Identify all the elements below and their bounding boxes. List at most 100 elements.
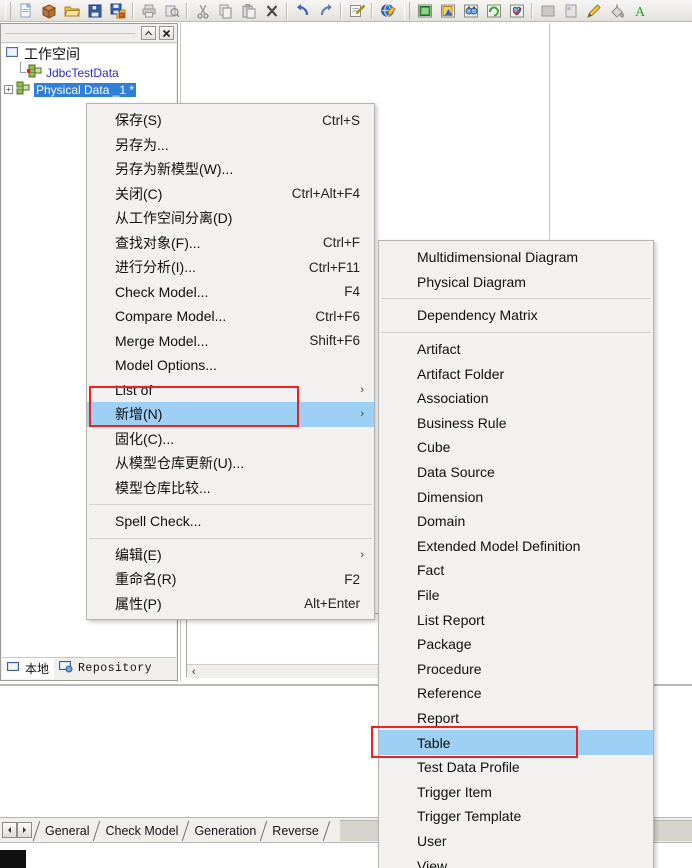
menu-item-save[interactable]: 保存(S) Ctrl+S (87, 108, 374, 133)
menu-item-label: Procedure (417, 660, 482, 677)
menu-item-compare-model[interactable]: Compare Model... Ctrl+F6 (87, 304, 374, 329)
tree-node-jdbctestdata[interactable]: JdbcTestData (2, 62, 176, 81)
tab-general[interactable]: General (36, 821, 97, 841)
submenu-item-business-rule[interactable]: Business Rule (379, 411, 653, 436)
submenu-item-procedure[interactable]: Procedure (379, 657, 653, 682)
expander-icon[interactable]: + (4, 85, 13, 94)
properties-icon[interactable] (346, 1, 367, 21)
pencil-icon[interactable] (583, 1, 604, 21)
menu-item-list-of[interactable]: List of › (87, 378, 374, 403)
scroll-left-arrow[interactable]: ‹ (187, 666, 196, 678)
submenu-item-test-data-profile[interactable]: Test Data Profile (379, 755, 653, 780)
submenu-item-report[interactable]: Report (379, 706, 653, 731)
submenu-item-domain[interactable]: Domain (379, 509, 653, 534)
submenu-item-dimension[interactable]: Dimension (379, 484, 653, 509)
model-context-menu[interactable]: 保存(S) Ctrl+S 另存为... 另存为新模型(W)... 关闭(C) C… (86, 103, 375, 620)
submenu-item-trigger-item[interactable]: Trigger Item (379, 779, 653, 804)
zoom-page-icon[interactable] (560, 1, 581, 21)
menu-item-spell-check[interactable]: Spell Check... (87, 509, 374, 534)
submenu-item-dependency-matrix[interactable]: Dependency Matrix (379, 303, 653, 328)
paste-icon[interactable] (238, 1, 259, 21)
submenu-item-data-source[interactable]: Data Source (379, 460, 653, 485)
submenu-item-artifact-folder[interactable]: Artifact Folder (379, 361, 653, 386)
menu-item-save-as[interactable]: 另存为... (87, 133, 374, 158)
refresh-icon[interactable] (483, 1, 504, 21)
menu-item-merge-model[interactable]: Merge Model... Shift+F6 (87, 329, 374, 354)
close-button[interactable] (159, 26, 174, 40)
tab-next-button[interactable] (17, 822, 32, 838)
menu-item-label: User (417, 832, 447, 849)
open-folder-icon[interactable] (61, 1, 82, 21)
submenu-item-artifact[interactable]: Artifact (379, 337, 653, 362)
menu-item-label: Data Source (417, 464, 495, 481)
titlebar-rule (5, 33, 135, 34)
submenu-item-view[interactable]: View (379, 853, 653, 868)
submenu-item-list-report[interactable]: List Report (379, 607, 653, 632)
copy-icon[interactable] (215, 1, 236, 21)
menu-item-consolidate[interactable]: 固化(C)... (87, 427, 374, 452)
submenu-item-user[interactable]: User (379, 829, 653, 854)
tab-prev-button[interactable] (2, 822, 17, 838)
menu-item-detach-from-workspace[interactable]: 从工作空间分离(D) (87, 206, 374, 231)
submenu-item-association[interactable]: Association (379, 386, 653, 411)
tree-node-workspace[interactable]: 工作空间 (2, 44, 176, 64)
menu-item-close[interactable]: 关闭(C) Ctrl+Alt+F4 (87, 182, 374, 207)
submenu-item-physical-diagram[interactable]: Physical Diagram (379, 270, 653, 295)
tab-check-model[interactable]: Check Model (96, 821, 186, 841)
print-preview-icon[interactable] (161, 1, 182, 21)
menu-item-run-analysis[interactable]: 进行分析(I)... Ctrl+F11 (87, 255, 374, 280)
menu-item-model-options[interactable]: Model Options... (87, 353, 374, 378)
menu-separator (381, 298, 651, 300)
new-model-icon[interactable] (15, 1, 36, 21)
print-icon[interactable] (138, 1, 159, 21)
find-object-icon[interactable] (460, 1, 481, 21)
cut-icon[interactable] (192, 1, 213, 21)
submenu-item-extended-model-definition[interactable]: Extended Model Definition (379, 534, 653, 559)
menu-item-label: Fact (417, 562, 445, 579)
menu-item-label: Cube (417, 439, 451, 456)
menu-item-save-as-new-model[interactable]: 另存为新模型(W)... (87, 157, 374, 182)
submenu-item-fact[interactable]: Fact (379, 558, 653, 583)
zoom-out-icon[interactable] (537, 1, 558, 21)
tab-generation[interactable]: Generation (185, 821, 264, 841)
font-icon[interactable]: A (629, 1, 650, 21)
menu-item-new[interactable]: 新增(N) › (87, 402, 374, 427)
redo-icon[interactable] (315, 1, 336, 21)
menu-item-label: Report (417, 709, 460, 726)
menu-item-properties[interactable]: 属性(P) Alt+Enter (87, 592, 374, 617)
submenu-item-table[interactable]: Table (379, 730, 653, 755)
save-all-icon[interactable] (107, 1, 128, 21)
submenu-item-multidimensional-diagram[interactable]: Multidimensional Diagram (379, 245, 653, 270)
collapse-button[interactable] (141, 26, 156, 40)
generate-database-icon[interactable] (414, 1, 435, 21)
tree-tab-local[interactable]: 本地 (2, 658, 55, 679)
submenu-item-package[interactable]: Package (379, 632, 653, 657)
submenu-item-file[interactable]: File (379, 583, 653, 608)
submenu-item-cube[interactable]: Cube (379, 435, 653, 460)
open-package-icon[interactable] (38, 1, 59, 21)
menu-item-update-from-repository[interactable]: 从模型仓库更新(U)... (87, 451, 374, 476)
submenu-item-reference[interactable]: Reference (379, 681, 653, 706)
menu-item-find-object[interactable]: 查找对象(F)... Ctrl+F (87, 231, 374, 256)
submenu-item-trigger-template[interactable]: Trigger Template (379, 804, 653, 829)
menu-item-label: 固化(C)... (115, 430, 175, 447)
undo-icon[interactable] (292, 1, 313, 21)
menu-item-rename[interactable]: 重命名(R) F2 (87, 567, 374, 592)
tab-reverse[interactable]: Reverse (263, 821, 326, 841)
menu-item-compare-with-repository[interactable]: 模型仓库比较... (87, 476, 374, 501)
new-object-submenu[interactable]: Multidimensional Diagram Physical Diagra… (378, 240, 654, 868)
menu-item-edit[interactable]: 编辑(E) › (87, 543, 374, 568)
toolbar-grip[interactable] (5, 1, 11, 20)
menu-item-check-model[interactable]: Check Model... F4 (87, 280, 374, 305)
tree-tab-repository[interactable]: Repository (54, 658, 157, 679)
tree-node-physical-data[interactable]: + Physical Data _1 * (2, 81, 176, 98)
toolbar-grip[interactable] (404, 1, 410, 20)
check-model-icon[interactable] (377, 1, 398, 21)
tree-bottom-tabs: 本地 Repository (2, 657, 176, 679)
fill-icon[interactable] (606, 1, 627, 21)
menu-item-accelerator: Alt+Enter (304, 596, 360, 612)
validate-icon[interactable] (506, 1, 527, 21)
save-icon[interactable] (84, 1, 105, 21)
delete-icon[interactable] (261, 1, 282, 21)
generate-report-icon[interactable] (437, 1, 458, 21)
